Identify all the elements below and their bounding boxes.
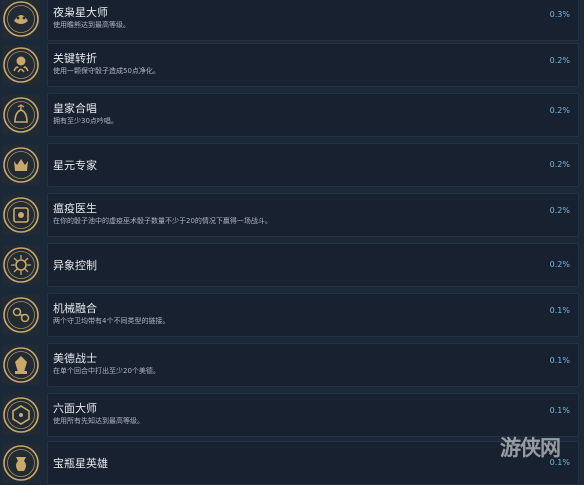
achievement-title: 机械融合 (53, 302, 97, 315)
achievement-card: 机械融合两个守卫均带有4个不同类型的链接。 0.1% (47, 293, 579, 337)
achievement-row[interactable]: 瘟疫医生在你的骰子池中的虚疫巫术骰子数量不少于20的情况下赢得一场战斗。 0.2% (0, 193, 584, 237)
achievement-title: 夜枭星大师 (53, 6, 108, 19)
achievement-description: 两个守卫均带有4个不同类型的链接。 (53, 317, 170, 325)
achievement-row[interactable]: 夜枭星大师使用瞻熊达到最高等级。 0.3% (0, 0, 584, 41)
achievement-icon (2, 295, 40, 335)
watermark-logo: 游侠网 (500, 432, 580, 472)
plague-emblem-icon (3, 197, 39, 233)
achievement-title: 美德战士 (53, 352, 97, 365)
achievement-title: 六面大师 (53, 402, 97, 415)
achievement-row[interactable]: 美德战士在单个回合中打出至少20个美德。 0.1% (0, 343, 584, 387)
achievement-title: 宝瓶星英雄 (53, 457, 108, 470)
warrior-emblem-icon (3, 347, 39, 383)
watermark-text: 游侠网 (500, 436, 561, 460)
achievement-description: 在你的骰子池中的虚疫巫术骰子数量不少于20的情况下赢得一场战斗。 (53, 217, 272, 225)
achievement-row[interactable]: 六面大师使用所有先知达到最高等级。 0.1% (0, 393, 584, 437)
achievement-icon (2, 45, 40, 85)
achievement-card: 美德战士在单个回合中打出至少20个美德。 0.1% (47, 343, 579, 387)
bird-emblem-icon (3, 97, 39, 133)
unlock-percentage: 0.2% (549, 106, 570, 115)
achievement-description: 拥有至少30点吟唱。 (53, 117, 118, 125)
achievement-title: 皇家合唱 (53, 102, 97, 115)
achievement-description: 使用一颗保守骰子造成50点净化。 (53, 67, 160, 75)
unlock-percentage: 0.1% (549, 356, 570, 365)
achievement-card: 皇家合唱拥有至少30点吟唱。 0.2% (47, 93, 579, 137)
unlock-percentage: 0.1% (549, 406, 570, 415)
achievement-row[interactable]: 星元专家 0.2% (0, 143, 584, 187)
achievement-row[interactable]: 异象控制 0.2% (0, 243, 584, 287)
achievement-card: 六面大师使用所有先知达到最高等级。 0.1% (47, 393, 579, 437)
achievement-row[interactable]: 宝瓶星英雄 0.1% (0, 441, 584, 485)
achievement-title: 星元专家 (53, 159, 97, 172)
unlock-percentage: 0.2% (549, 206, 570, 215)
achievement-row[interactable]: 关键转折使用一颗保守骰子造成50点净化。 0.2% (0, 43, 584, 87)
owl-emblem-icon (3, 1, 39, 37)
crown-emblem-icon (3, 147, 39, 183)
achievement-icon (2, 195, 40, 235)
achievement-card: 星元专家 0.2% (47, 143, 579, 187)
octopus-emblem-icon (3, 47, 39, 83)
achievement-icon (2, 95, 40, 135)
achievement-card: 异象控制 0.2% (47, 243, 579, 287)
achievement-row[interactable]: 皇家合唱拥有至少30点吟唱。 0.2% (0, 93, 584, 137)
achievement-description: 使用瞻熊达到最高等级。 (53, 21, 130, 29)
achievement-icon (2, 0, 40, 39)
achievement-card: 关键转折使用一颗保守骰子造成50点净化。 0.2% (47, 43, 579, 87)
achievement-icon (2, 245, 40, 285)
achievement-title: 异象控制 (53, 259, 97, 272)
dice-emblem-icon (3, 397, 39, 433)
achievement-card: 夜枭星大师使用瞻熊达到最高等级。 0.3% (47, 0, 579, 41)
achievement-description: 使用所有先知达到最高等级。 (53, 417, 144, 425)
urn-emblem-icon (3, 445, 39, 481)
unlock-percentage: 0.2% (549, 160, 570, 169)
chain-emblem-icon (3, 297, 39, 333)
unlock-percentage: 0.2% (549, 56, 570, 65)
achievement-card: 瘟疫医生在你的骰子池中的虚疫巫术骰子数量不少于20的情况下赢得一场战斗。 0.2% (47, 193, 579, 237)
achievement-description: 在单个回合中打出至少20个美德。 (53, 367, 160, 375)
achievement-row[interactable]: 机械融合两个守卫均带有4个不同类型的链接。 0.1% (0, 293, 584, 337)
unlock-percentage: 0.1% (549, 306, 570, 315)
achievement-icon (2, 395, 40, 435)
unlock-percentage: 0.3% (549, 10, 570, 19)
achievement-icon (2, 345, 40, 385)
unlock-percentage: 0.2% (549, 260, 570, 269)
sun-emblem-icon (3, 247, 39, 283)
achievement-title: 关键转折 (53, 52, 97, 65)
achievement-title: 瘟疫医生 (53, 202, 97, 215)
achievement-icon (2, 443, 40, 483)
achievement-icon (2, 145, 40, 185)
